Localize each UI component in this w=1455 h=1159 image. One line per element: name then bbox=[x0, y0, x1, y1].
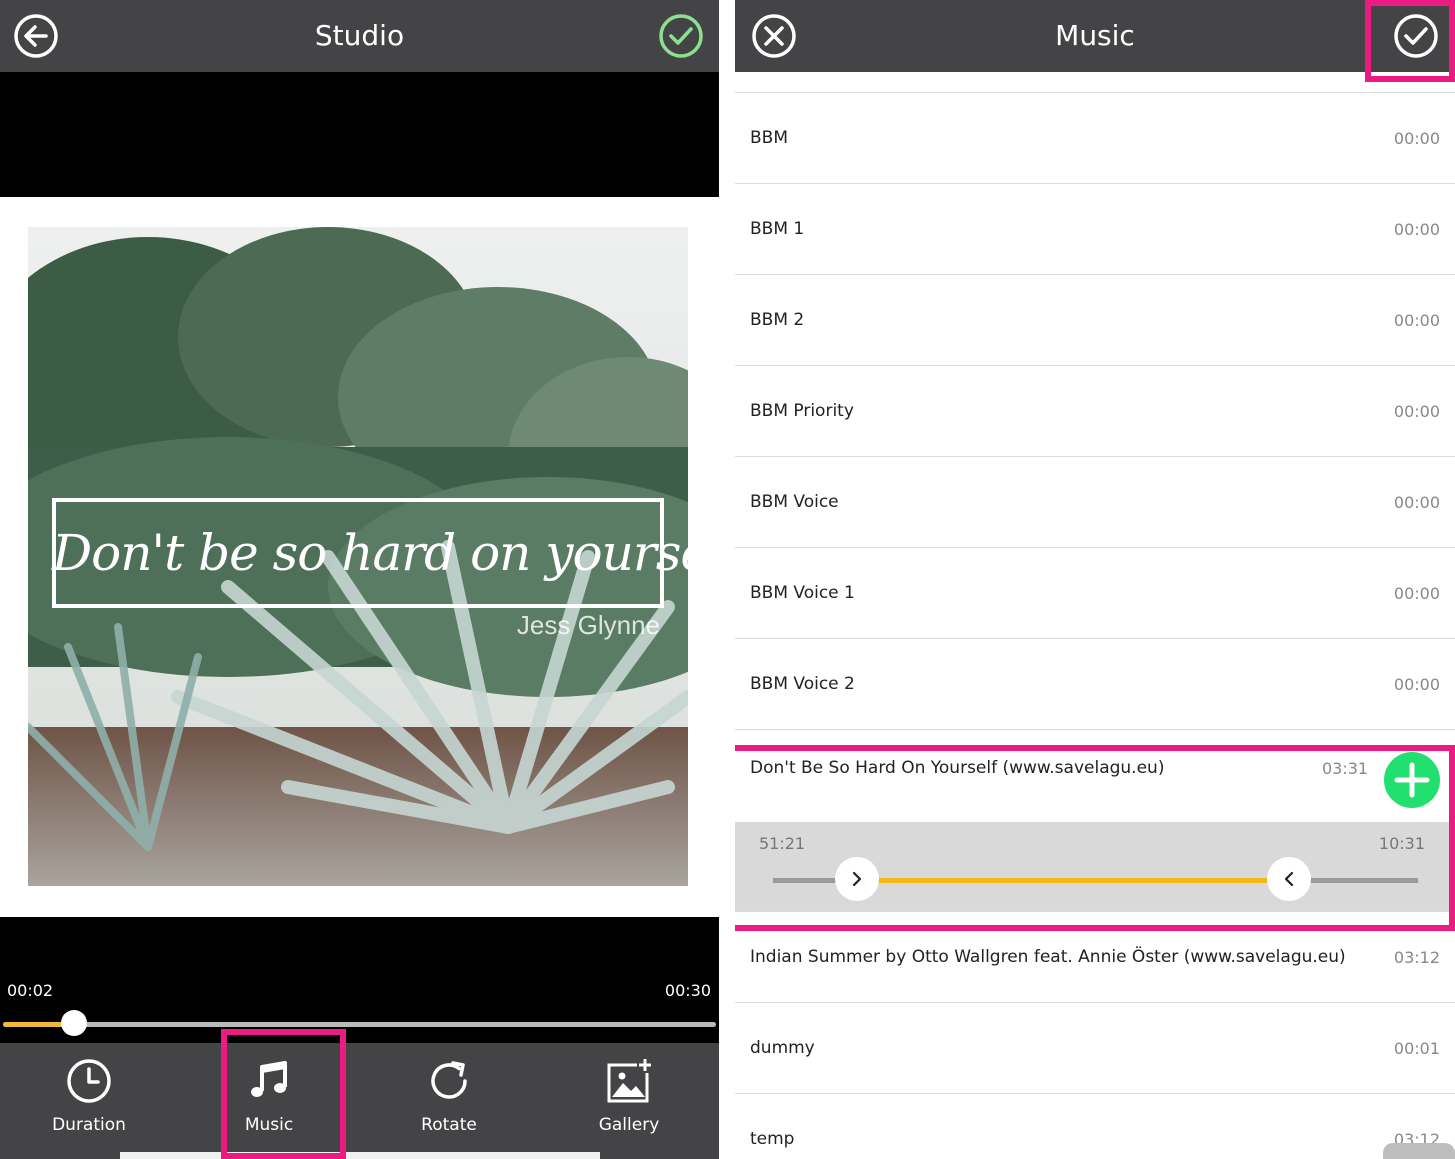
trim-start-time: 51:21 bbox=[759, 834, 806, 853]
studio-screen: Studio Don't be so hard on yourself Jess… bbox=[0, 0, 719, 1159]
duration-label: Duration bbox=[52, 1115, 126, 1135]
track-duration: 00:00 bbox=[1393, 402, 1440, 421]
track-duration: 00:00 bbox=[1393, 311, 1440, 330]
rotate-button[interactable]: Rotate bbox=[379, 1043, 519, 1159]
trim-end-handle[interactable] bbox=[1267, 857, 1311, 901]
chevron-right-icon bbox=[852, 871, 861, 887]
track-name: BBM bbox=[750, 128, 788, 148]
list-item[interactable]: BBM Priority 00:00 bbox=[735, 365, 1455, 456]
gallery-add-icon bbox=[607, 1057, 653, 1103]
track-name: Indian Summer by Otto Wallgren feat. Ann… bbox=[750, 947, 1346, 967]
list-item[interactable]: Indian Summer by Otto Wallgren feat. Ann… bbox=[735, 911, 1455, 1002]
trim-end-time: 10:31 bbox=[1378, 834, 1425, 853]
confirm-button[interactable] bbox=[656, 11, 706, 61]
track-duration: 00:00 bbox=[1393, 493, 1440, 512]
track-name: BBM Voice bbox=[750, 492, 839, 512]
rotate-icon bbox=[431, 1061, 467, 1099]
screenshot-root: Studio Don't be so hard on yourself Jess… bbox=[0, 0, 1455, 1159]
duration-button[interactable]: Duration bbox=[19, 1043, 159, 1159]
track-name: BBM Priority bbox=[750, 401, 854, 421]
list-item[interactable]: dummy 00:01 bbox=[735, 1002, 1455, 1093]
page-title: Music bbox=[1055, 19, 1135, 52]
list-item[interactable]: BBM Voice 00:00 bbox=[735, 456, 1455, 547]
selected-track[interactable]: Don't Be So Hard On Yourself (www.savela… bbox=[735, 729, 1455, 929]
plus-icon bbox=[1394, 762, 1430, 798]
track-list-continued: Indian Summer by Otto Wallgren feat. Ann… bbox=[735, 911, 1455, 1159]
trim-range bbox=[856, 878, 1289, 883]
list-item[interactable]: temp 03:12 bbox=[735, 1093, 1455, 1159]
confirm-button[interactable] bbox=[1391, 11, 1441, 61]
track-name: BBM 2 bbox=[750, 310, 805, 330]
list-item[interactable]: BBM 00:00 bbox=[735, 92, 1455, 183]
chevron-left-icon bbox=[1284, 871, 1294, 887]
track-list: BBM 00:00 BBM 1 00:00 BBM 2 00:00 BBM Prior… bbox=[735, 92, 1455, 729]
track-name: temp bbox=[750, 1129, 795, 1149]
music-note-icon bbox=[251, 1061, 287, 1097]
list-item[interactable]: BBM 1 00:00 bbox=[735, 183, 1455, 274]
list-item[interactable]: BBM 2 00:00 bbox=[735, 274, 1455, 365]
selected-track-duration: 03:31 bbox=[1322, 759, 1369, 778]
selected-track-name: Don't Be So Hard On Yourself (www.savela… bbox=[750, 758, 1165, 778]
rotate-label: Rotate bbox=[421, 1115, 477, 1135]
trim-panel: 51:21 10:31 bbox=[735, 822, 1455, 912]
page-title: Studio bbox=[314, 19, 405, 52]
list-item[interactable]: BBM Voice 2 00:00 bbox=[735, 638, 1455, 729]
track-name: BBM 1 bbox=[750, 219, 805, 239]
seek-thumb[interactable] bbox=[61, 1010, 88, 1036]
music-button[interactable]: Music bbox=[199, 1043, 339, 1159]
studio-toolbar: Duration Music Rotate Gallery bbox=[0, 1043, 719, 1159]
track-duration: 00:01 bbox=[1393, 1039, 1440, 1058]
gallery-button[interactable]: Gallery bbox=[559, 1043, 699, 1159]
music-label: Music bbox=[244, 1115, 294, 1135]
floating-button[interactable] bbox=[1383, 1143, 1455, 1159]
list-item[interactable]: BBM Voice 1 00:00 bbox=[735, 547, 1455, 638]
track-duration: 03:12 bbox=[1393, 948, 1440, 967]
quote-text: Don't be so hard on yourself bbox=[52, 524, 719, 582]
clock-icon bbox=[67, 1059, 111, 1103]
check-circle-icon bbox=[659, 14, 703, 58]
bottom-strip bbox=[120, 1152, 600, 1159]
current-time: 00:02 bbox=[7, 981, 54, 1000]
studio-top-bar: Studio bbox=[0, 0, 719, 72]
add-track-button[interactable] bbox=[1384, 752, 1440, 808]
preview-seek-track[interactable] bbox=[3, 1022, 716, 1027]
track-name: dummy bbox=[750, 1038, 815, 1058]
track-duration: 00:00 bbox=[1393, 220, 1440, 239]
music-top-bar: Music bbox=[735, 0, 1455, 72]
trim-start-handle[interactable] bbox=[834, 857, 879, 901]
track-duration: 00:00 bbox=[1393, 129, 1440, 148]
quote-author: Jess Glynne bbox=[516, 610, 660, 640]
track-name: BBM Voice 1 bbox=[750, 583, 855, 603]
track-name: BBM Voice 2 bbox=[750, 674, 855, 694]
track-duration: 00:00 bbox=[1393, 584, 1440, 603]
music-screen: Music BBM 00:00 BBM 1 00:00 BBM 2 00:00 BBM… bbox=[735, 0, 1455, 1159]
gallery-label: Gallery bbox=[598, 1115, 660, 1135]
check-circle-icon bbox=[1394, 14, 1438, 58]
total-time: 00:30 bbox=[664, 981, 711, 1000]
track-duration: 00:00 bbox=[1393, 675, 1440, 694]
